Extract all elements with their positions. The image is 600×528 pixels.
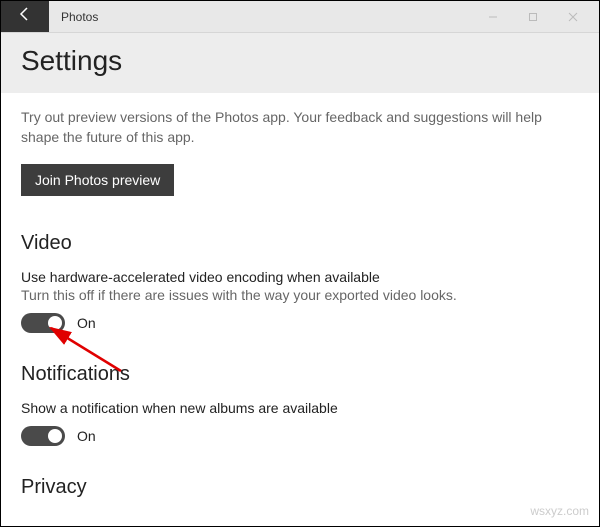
- video-toggle-state: On: [77, 315, 96, 331]
- video-setting-label: Use hardware-accelerated video encoding …: [21, 269, 579, 285]
- window-controls: [473, 1, 599, 32]
- content-area: Try out preview versions of the Photos a…: [1, 93, 599, 499]
- page-title: Settings: [21, 45, 579, 77]
- notifications-toggle[interactable]: [21, 426, 65, 446]
- page-header: Settings: [1, 33, 599, 93]
- notifications-heading: Notifications: [21, 363, 579, 386]
- arrow-left-icon: [17, 6, 33, 27]
- notifications-setting-label: Show a notification when new albums are …: [21, 400, 579, 416]
- maximize-button[interactable]: [513, 1, 553, 33]
- watermark: wsxyz.com: [530, 504, 589, 518]
- video-setting-hint: Turn this off if there are issues with t…: [21, 287, 579, 303]
- close-button[interactable]: [553, 1, 593, 33]
- notifications-section: Notifications Show a notification when n…: [21, 363, 579, 446]
- notifications-toggle-row: On: [21, 426, 579, 446]
- preview-description: Try out preview versions of the Photos a…: [21, 107, 579, 148]
- title-bar: Photos: [1, 1, 599, 33]
- privacy-section: Privacy: [21, 476, 579, 499]
- notifications-toggle-state: On: [77, 428, 96, 444]
- video-heading: Video: [21, 232, 579, 255]
- back-button[interactable]: [1, 1, 49, 32]
- video-encoding-toggle[interactable]: [21, 313, 65, 333]
- video-toggle-row: On: [21, 313, 579, 333]
- minimize-button[interactable]: [473, 1, 513, 33]
- video-section: Video Use hardware-accelerated video enc…: [21, 232, 579, 333]
- app-title: Photos: [49, 1, 473, 32]
- privacy-heading: Privacy: [21, 476, 579, 499]
- join-preview-button[interactable]: Join Photos preview: [21, 164, 174, 196]
